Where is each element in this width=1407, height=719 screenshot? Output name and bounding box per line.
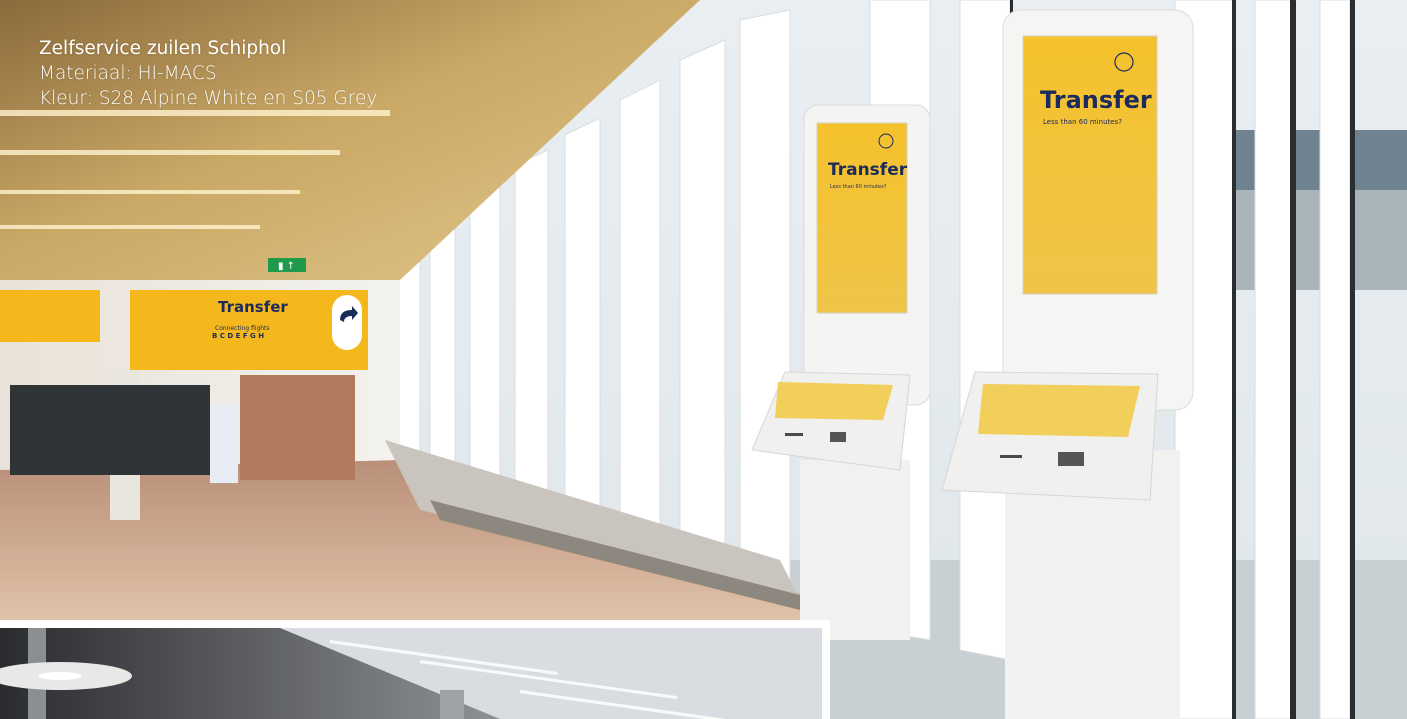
- gate-area: [10, 385, 210, 475]
- kiosk-front-subtitle: Less than 60 minutes?: [1043, 118, 1122, 126]
- kiosk-back-heading: Transfer: [828, 160, 908, 180]
- hall-sign-line1: Connecting flights: [215, 325, 270, 332]
- caption-title: Zelfservice zuilen Schiphol: [39, 38, 287, 59]
- caption-color: Kleur: S28 Alpine White en S05 Grey: [39, 88, 378, 109]
- svg-text:▮ ↑: ▮ ↑: [278, 261, 295, 272]
- hall-sign-heading: Transfer: [218, 298, 288, 316]
- hall-sign-gates: B C D E F G H: [212, 332, 264, 340]
- kiosk-front-heading: Transfer: [1040, 86, 1152, 114]
- arrow-turn-icon: [332, 295, 362, 350]
- inset-photo: [0, 628, 822, 719]
- info-banner: [210, 405, 238, 483]
- caption-material: Materiaal: HI-MACS: [39, 63, 217, 84]
- wood-panel: [240, 375, 355, 480]
- caption-block: Zelfservice zuilen Schiphol Materiaal: H…: [39, 36, 377, 111]
- kiosk-back-subtitle: Less than 60 minutes?: [830, 184, 887, 190]
